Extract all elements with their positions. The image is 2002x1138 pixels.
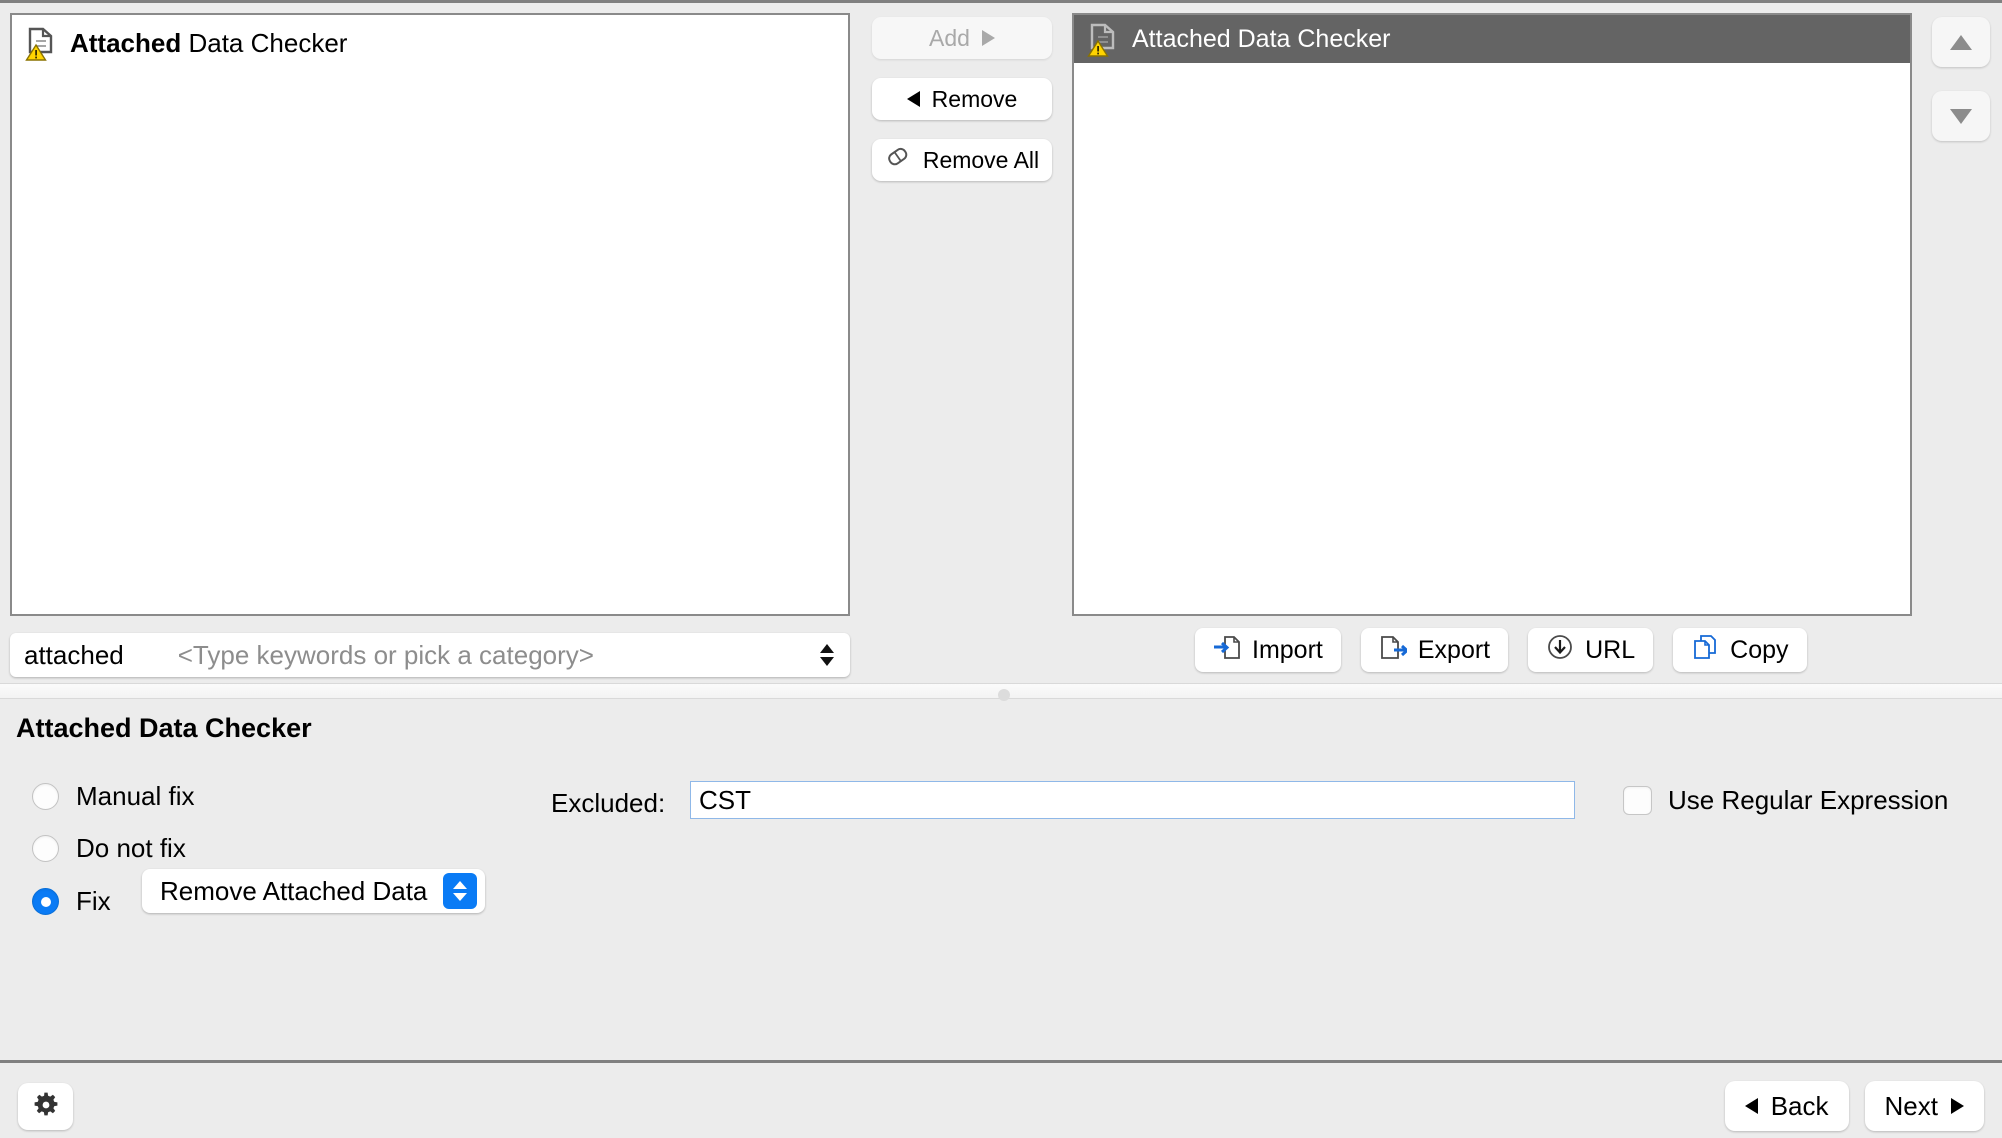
document-warning-icon — [24, 25, 58, 61]
move-up-button[interactable] — [1932, 17, 1990, 67]
triangle-up-icon — [1950, 34, 1972, 50]
copy-button[interactable]: Copy — [1673, 628, 1807, 672]
radio-manual-fix[interactable]: Manual fix — [32, 781, 195, 812]
use-regex-checkbox[interactable] — [1623, 786, 1652, 815]
radio-fix-indicator[interactable] — [32, 888, 59, 915]
list-item-label-bold: Attached — [70, 27, 182, 58]
fix-action-dropdown[interactable]: Remove Attached Data — [142, 869, 486, 913]
available-checkers-list[interactable]: Attached Data Checker — [10, 13, 850, 616]
import-button[interactable]: Import — [1195, 628, 1341, 672]
use-regex-label: Use Regular Expression — [1668, 785, 1949, 815]
url-button-label: URL — [1585, 635, 1636, 664]
bottom-divider — [0, 1060, 2002, 1063]
move-down-button[interactable] — [1932, 91, 1990, 141]
radio-fix[interactable]: Fix — [32, 886, 111, 917]
keyword-placeholder: <Type keywords or pick a category> — [177, 639, 594, 670]
list-item[interactable]: Attached Data Checker — [12, 20, 848, 66]
settings-gear-button[interactable] — [18, 1083, 73, 1130]
fix-action-selected-value: Remove Attached Data — [160, 875, 428, 906]
export-document-icon — [1379, 633, 1410, 668]
remove-all-button-label: Remove All — [922, 146, 1040, 173]
triangle-left-icon — [906, 91, 920, 107]
add-button-label: Add — [929, 24, 970, 51]
chevron-down-icon — [453, 893, 468, 901]
chevron-up-icon — [820, 644, 834, 653]
excluded-label: Excluded: — [551, 788, 666, 818]
chevron-up-icon — [453, 881, 468, 889]
list-item-selected[interactable]: Attached Data Checker — [1074, 15, 1910, 63]
next-button-label: Next — [1884, 1090, 1938, 1121]
radio-do-not-fix[interactable]: Do not fix — [32, 833, 186, 864]
add-button[interactable]: Add — [872, 17, 1052, 59]
radio-manual-fix-indicator[interactable] — [32, 783, 59, 810]
settings-section-title: Attached Data Checker — [16, 713, 312, 743]
triangle-right-icon — [1951, 1098, 1964, 1114]
keyword-value: attached — [24, 639, 124, 670]
navigation-buttons: Back Next — [1724, 1081, 1984, 1131]
chevron-down-icon — [820, 657, 834, 666]
keyword-search-combo[interactable]: attached <Type keywords or pick a catego… — [10, 633, 850, 677]
triangle-down-icon — [1950, 108, 1972, 124]
download-circle-icon — [1546, 633, 1574, 668]
radio-do-not-fix-label: Do not fix — [76, 833, 186, 863]
back-button[interactable]: Back — [1724, 1081, 1849, 1131]
splitter-grip[interactable] — [998, 689, 1010, 701]
transfer-button-column: Add Remove Remove All — [872, 17, 1052, 200]
selected-checkers-list[interactable]: Attached Data Checker — [1072, 13, 1912, 616]
radio-manual-fix-label: Manual fix — [76, 781, 195, 811]
url-button[interactable]: URL — [1528, 628, 1654, 672]
io-button-bar: Import Export URL Copy — [1195, 628, 1807, 672]
reorder-button-column — [1932, 17, 1990, 165]
eraser-icon — [885, 146, 911, 174]
radio-do-not-fix-indicator[interactable] — [32, 835, 59, 862]
copy-button-label: Copy — [1730, 635, 1789, 664]
remove-button-label: Remove — [931, 85, 1018, 112]
export-button-label: Export — [1417, 635, 1491, 664]
fix-action-stepper-icon — [443, 873, 478, 909]
top-divider — [0, 0, 2002, 3]
use-regex-checkbox-row[interactable]: Use Regular Expression — [1623, 785, 1948, 816]
triangle-right-icon — [981, 30, 995, 46]
list-item-label: Attached Data Checker — [70, 28, 347, 59]
checker-configuration-window: Attached Data Checker Add Remove Remove … — [0, 0, 2002, 1138]
back-button-label: Back — [1770, 1090, 1829, 1121]
import-document-icon — [1213, 633, 1241, 668]
list-item-label-rest: Data Checker — [181, 27, 348, 58]
remove-button[interactable]: Remove — [872, 78, 1052, 120]
triangle-left-icon — [1744, 1098, 1758, 1114]
export-button[interactable]: Export — [1360, 628, 1509, 672]
excluded-input[interactable] — [690, 781, 1575, 819]
document-warning-icon — [1086, 21, 1120, 57]
remove-all-button[interactable]: Remove All — [872, 139, 1052, 181]
copy-documents-icon — [1691, 633, 1719, 668]
list-item-label: Attached Data Checker — [1132, 24, 1391, 53]
next-button[interactable]: Next — [1864, 1081, 1984, 1131]
import-button-label: Import — [1252, 635, 1323, 664]
keyword-stepper[interactable] — [820, 644, 834, 666]
gear-icon — [32, 1091, 60, 1122]
radio-fix-label: Fix — [76, 886, 111, 916]
